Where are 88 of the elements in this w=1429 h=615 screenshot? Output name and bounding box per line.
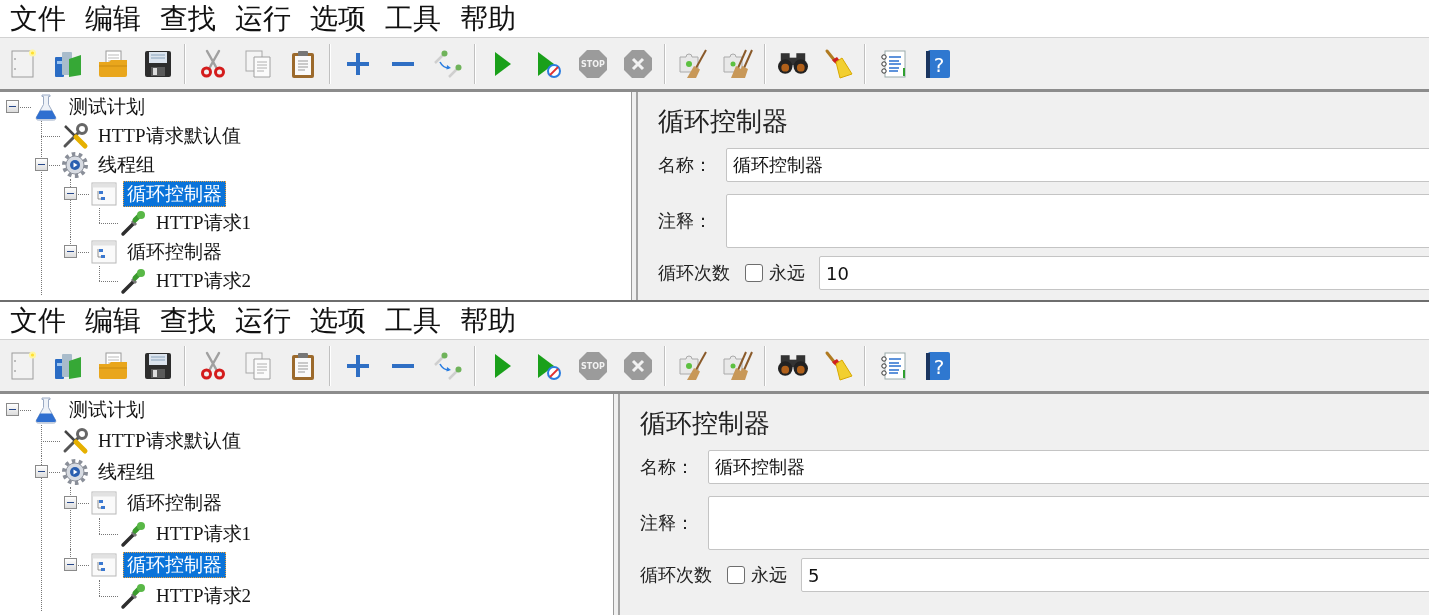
gear-icon — [61, 457, 89, 486]
plus-icon — [346, 354, 369, 377]
play-icon — [494, 353, 511, 378]
minus-icon — [391, 363, 414, 368]
tree-item[interactable]: 循环控制器 — [123, 489, 226, 516]
menu-item[interactable]: 编辑 — [75, 302, 150, 339]
plus-icon — [346, 52, 369, 75]
menu-item[interactable]: 工具 — [375, 0, 450, 37]
window-icon — [90, 179, 118, 208]
puzzle-broom-icon — [676, 349, 709, 382]
help-button[interactable]: ? — [915, 343, 960, 388]
minus-icon — [391, 61, 414, 66]
binoculars-icon — [777, 355, 808, 376]
tree-item[interactable]: HTTP请求2 — [152, 582, 255, 609]
tree-item[interactable]: 循环控制器 — [123, 238, 226, 265]
tree-item[interactable]: 线程组 — [94, 458, 159, 485]
tree-item[interactable]: 循环控制器 — [123, 551, 226, 578]
tree-item[interactable]: HTTP请求2 — [152, 267, 255, 294]
menu-item[interactable]: 文件 — [0, 0, 75, 37]
tree-item[interactable]: 循环控制器 — [123, 180, 226, 207]
forever-label: 永远 — [769, 261, 805, 285]
dropper-icon — [119, 266, 147, 295]
stop-sign-icon: STOP — [576, 349, 609, 382]
name-field[interactable]: 循环控制器 — [726, 148, 1429, 182]
collapse-toggle-icon[interactable] — [6, 402, 19, 416]
collapse-toggle-icon[interactable] — [35, 157, 48, 171]
tree-item[interactable]: HTTP请求1 — [152, 520, 255, 547]
field-label: 名称： — [658, 153, 713, 177]
tree-item[interactable]: 测试计划 — [65, 93, 149, 120]
menu-item[interactable]: 查找 — [150, 0, 225, 37]
forever-checkbox[interactable] — [727, 566, 745, 584]
window-icon — [90, 550, 118, 579]
collapse-toggle-icon[interactable] — [64, 495, 77, 509]
loop-count-label: 循环次数 — [640, 563, 712, 587]
field-label: 注释： — [658, 209, 713, 233]
folder-icon — [96, 349, 129, 382]
tree-item[interactable]: HTTP请求默认值 — [94, 427, 245, 454]
menu-item[interactable]: 选项 — [300, 0, 375, 37]
puzzle-broom-icon — [676, 47, 709, 80]
menu-item[interactable]: 查找 — [150, 302, 225, 339]
tools-icon — [61, 121, 89, 150]
menu-item[interactable]: 文件 — [0, 302, 75, 339]
collapse-toggle-icon[interactable] — [35, 464, 48, 478]
panel-title: 循环控制器 — [640, 408, 771, 438]
window-icon — [90, 237, 118, 266]
play-icon — [494, 51, 511, 76]
puzzle-brooms-icon — [721, 47, 754, 80]
field-label: 名称： — [640, 455, 695, 479]
panel-title: 循环控制器 — [658, 106, 789, 136]
forever-label: 永远 — [751, 563, 787, 587]
menu-item[interactable]: 选项 — [300, 302, 375, 339]
menu-item[interactable]: 帮助 — [450, 302, 525, 339]
tools-icon — [61, 426, 89, 455]
tree-item[interactable]: 测试计划 — [65, 396, 149, 423]
collapse-toggle-icon[interactable] — [6, 99, 19, 113]
menu-item[interactable]: 帮助 — [450, 0, 525, 37]
field-label: 注释： — [640, 511, 695, 535]
tree-item[interactable]: HTTP请求默认值 — [94, 122, 245, 149]
help-book-icon: ? — [925, 49, 950, 78]
name-field[interactable]: 循环控制器 — [708, 450, 1429, 484]
menu-item[interactable]: 编辑 — [75, 0, 150, 37]
dropper-icon — [119, 519, 147, 548]
tree-item[interactable]: HTTP请求1 — [152, 209, 255, 236]
menu-item[interactable]: 工具 — [375, 302, 450, 339]
menu-item[interactable]: 运行 — [225, 302, 300, 339]
menu-item[interactable]: 运行 — [225, 0, 300, 37]
window-icon — [90, 488, 118, 517]
help-book-icon: ? — [925, 351, 950, 380]
comment-field[interactable] — [708, 496, 1429, 550]
loop-count-label: 循环次数 — [658, 261, 730, 285]
collapse-toggle-icon[interactable] — [64, 557, 77, 571]
folder-icon — [96, 47, 129, 80]
octagon-x-icon — [621, 47, 654, 80]
collapse-toggle-icon[interactable] — [64, 244, 77, 258]
puzzle-brooms-icon — [721, 349, 754, 382]
tree-item[interactable]: 线程组 — [94, 151, 159, 178]
help-button[interactable]: ? — [915, 41, 960, 86]
comment-field[interactable] — [726, 194, 1429, 248]
dropper-icon — [119, 581, 147, 610]
collapse-toggle-icon[interactable] — [64, 186, 77, 200]
gear-icon — [61, 150, 89, 179]
binoculars-icon — [777, 53, 808, 74]
octagon-x-icon — [621, 349, 654, 382]
stop-sign-icon: STOP — [576, 47, 609, 80]
loop-count-field[interactable]: 5 — [801, 558, 1429, 592]
forever-checkbox[interactable] — [745, 264, 763, 282]
loop-count-field[interactable]: 10 — [819, 256, 1429, 290]
dropper-icon — [119, 208, 147, 237]
